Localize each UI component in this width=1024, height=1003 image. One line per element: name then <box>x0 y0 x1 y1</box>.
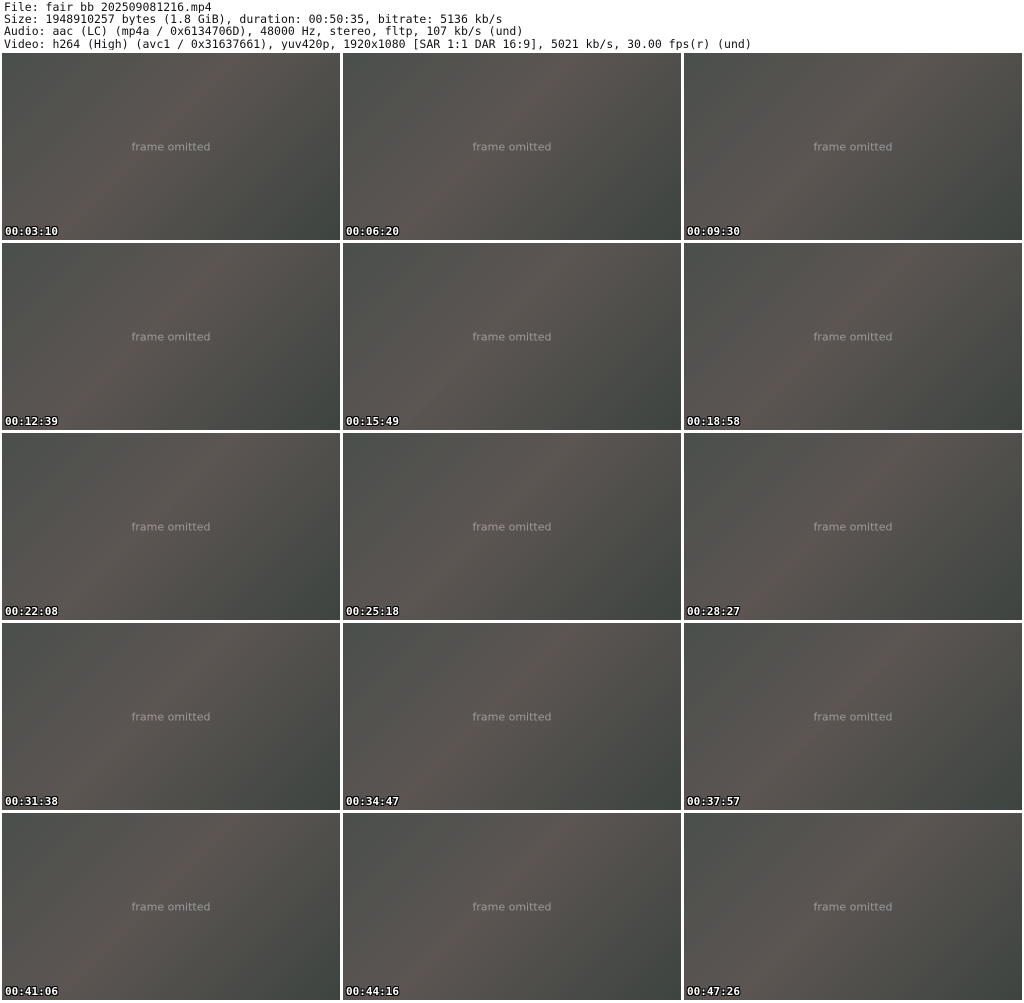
thumbnail-placeholder: frame omitted 00:18:58 <box>684 243 1022 430</box>
timestamp-label: 00:12:39 <box>5 415 58 428</box>
thumbnail-placeholder: frame omitted 00:37:57 <box>684 623 1022 810</box>
thumbnail-placeholder: frame omitted 00:31:38 <box>2 623 340 810</box>
timestamp-label: 00:25:18 <box>346 605 399 618</box>
placeholder-note: frame omitted <box>813 710 893 723</box>
placeholder-note: frame omitted <box>131 900 211 913</box>
placeholder-note: frame omitted <box>813 900 893 913</box>
timestamp-label: 00:18:58 <box>687 415 740 428</box>
timestamp-label: 00:44:16 <box>346 985 399 998</box>
thumbnail-placeholder: frame omitted 00:41:06 <box>2 813 340 1000</box>
placeholder-note: frame omitted <box>472 710 552 723</box>
thumbnail-placeholder: frame omitted 00:09:30 <box>684 53 1022 240</box>
placeholder-note: frame omitted <box>813 520 893 533</box>
placeholder-note: frame omitted <box>472 520 552 533</box>
placeholder-note: frame omitted <box>472 140 552 153</box>
placeholder-note: frame omitted <box>472 900 552 913</box>
placeholder-note: frame omitted <box>131 520 211 533</box>
video-info-line: Video: h264 (High) (avc1 / 0x31637661), … <box>4 37 752 50</box>
thumbnail-placeholder: frame omitted 00:15:49 <box>343 243 681 430</box>
timestamp-label: 00:34:47 <box>346 795 399 808</box>
thumbnail-placeholder: frame omitted 00:12:39 <box>2 243 340 430</box>
thumbnail-grid: frame omitted 00:03:10 frame omitted 00:06:… <box>2 53 1022 1001</box>
thumbnail-placeholder: frame omitted 00:22:08 <box>2 433 340 620</box>
timestamp-label: 00:28:27 <box>687 605 740 618</box>
timestamp-label: 00:47:26 <box>687 985 740 998</box>
timestamp-label: 00:37:57 <box>687 795 740 808</box>
placeholder-note: frame omitted <box>131 330 211 343</box>
placeholder-note: frame omitted <box>472 330 552 343</box>
file-name-line: File: fair_bb_202509081216.mp4 <box>4 1 212 14</box>
timestamp-label: 00:41:06 <box>5 985 58 998</box>
timestamp-label: 00:06:20 <box>346 225 399 238</box>
timestamp-label: 00:09:30 <box>687 225 740 238</box>
thumbnail-placeholder: frame omitted 00:03:10 <box>2 53 340 240</box>
timestamp-label: 00:22:08 <box>5 605 58 618</box>
thumbnail-placeholder: frame omitted 00:06:20 <box>343 53 681 240</box>
audio-info-line: Audio: aac (LC) (mp4a / 0x6134706D), 480… <box>4 25 524 38</box>
thumbnail-placeholder: frame omitted 00:28:27 <box>684 433 1022 620</box>
thumbnail-placeholder: frame omitted 00:47:26 <box>684 813 1022 1000</box>
placeholder-note: frame omitted <box>813 140 893 153</box>
timestamp-label: 00:03:10 <box>5 225 58 238</box>
size-duration-line: Size: 1948910257 bytes (1.8 GiB), durati… <box>4 13 503 26</box>
thumbnail-placeholder: frame omitted 00:34:47 <box>343 623 681 810</box>
timestamp-label: 00:31:38 <box>5 795 58 808</box>
metadata-header: File: fair_bb_202509081216.mp4 Size: 194… <box>0 0 1024 52</box>
placeholder-note: frame omitted <box>813 330 893 343</box>
thumbnail-placeholder: frame omitted 00:25:18 <box>343 433 681 620</box>
thumbnail-placeholder: frame omitted 00:44:16 <box>343 813 681 1000</box>
placeholder-note: frame omitted <box>131 710 211 723</box>
timestamp-label: 00:15:49 <box>346 415 399 428</box>
placeholder-note: frame omitted <box>131 140 211 153</box>
